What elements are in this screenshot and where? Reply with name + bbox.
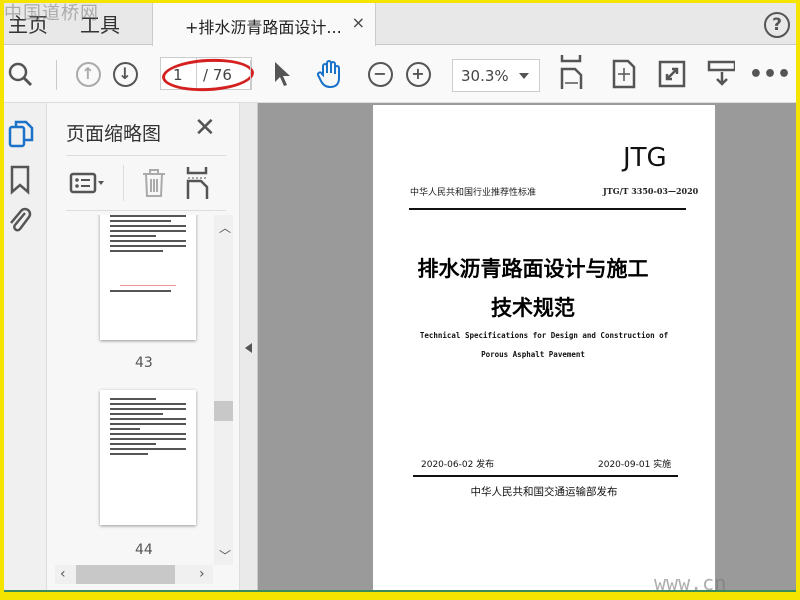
delete-page-icon[interactable]: [141, 168, 167, 202]
english-title-line2: Porous Asphalt Pavement: [481, 350, 585, 359]
page-thumbnail[interactable]: [100, 390, 196, 525]
standard-code: JTG/T 3350-03—2020: [603, 186, 699, 196]
more-options-icon[interactable]: •••: [749, 60, 791, 88]
fit-width-icon[interactable]: [558, 55, 586, 89]
previous-page-icon[interactable]: ↑: [74, 60, 102, 88]
thumbnail-figure: [120, 256, 176, 286]
divider: [66, 210, 226, 211]
zoom-out-icon[interactable]: −: [366, 60, 394, 88]
divider: [123, 165, 124, 201]
scroll-thumb[interactable]: [76, 565, 175, 584]
horizontal-scrollbar[interactable]: ‹ ›: [55, 565, 213, 584]
full-screen-icon[interactable]: [658, 60, 686, 88]
attachment-icon[interactable]: [7, 205, 33, 239]
collapse-panel-handle[interactable]: [240, 103, 258, 592]
jtg-logo: JTG: [623, 143, 667, 173]
effective-date: 2020-09-01 实施: [598, 460, 672, 470]
divider: [66, 155, 226, 156]
footer-rule: [413, 475, 678, 477]
zoom-select[interactable]: 30.3%: [452, 59, 540, 92]
english-title: Technical Specifications for Design and …: [419, 331, 669, 340]
zoom-value: 30.3%: [461, 67, 509, 85]
collapse-arrow-icon: [245, 343, 252, 353]
tab-document[interactable]: +排水沥青路面设计... ×: [152, 3, 376, 46]
tab-document-label: +排水沥青路面设计...: [185, 18, 342, 37]
vertical-scrollbar[interactable]: ︿ ﹀: [214, 215, 233, 565]
thumbnails-panel: 页面缩略图 ✕ 43 44 ︿ ﹀ ‹ ›: [47, 103, 240, 592]
close-panel-icon[interactable]: ✕: [194, 113, 216, 143]
insert-page-icon[interactable]: [185, 167, 211, 203]
fit-page-icon[interactable]: [610, 59, 638, 89]
divider: [250, 60, 251, 90]
scroll-right-icon[interactable]: ›: [199, 566, 205, 582]
watermark-bottom: www.cn: [654, 571, 727, 592]
search-icon[interactable]: [6, 60, 34, 88]
select-cursor-icon[interactable]: [268, 60, 296, 88]
toolbar: ↑ ↓ 1 / 76 − + 30.3% •••: [4, 46, 796, 103]
document-title-line2: 技术规范: [491, 296, 575, 320]
hand-tool-icon[interactable]: [316, 60, 344, 89]
document-view[interactable]: JTG 中华人民共和国行业推荐性标准 JTG/T 3350-03—2020 排水…: [258, 103, 796, 592]
close-tab-icon[interactable]: ×: [352, 13, 365, 32]
thumbnail-label: 43: [135, 355, 153, 371]
pdf-page: JTG 中华人民共和国行业推荐性标准 JTG/T 3350-03—2020 排水…: [373, 105, 715, 592]
scroll-left-icon[interactable]: ‹: [60, 566, 66, 582]
scroll-thumb[interactable]: [214, 401, 233, 421]
read-mode-icon[interactable]: [707, 60, 735, 88]
tab-bar: 主页 工具 +排水沥青路面设计... × ?: [4, 3, 796, 46]
thumbnail-list: 43 44: [55, 215, 225, 565]
zoom-in-icon[interactable]: +: [404, 60, 432, 88]
bookmark-icon[interactable]: [9, 165, 31, 199]
thumbnail-options-icon[interactable]: [69, 171, 105, 199]
panel-title: 页面缩略图: [66, 123, 162, 145]
publisher: 中华人民共和国交通运输部发布: [470, 486, 618, 498]
issue-date: 2020-06-02 发布: [421, 460, 495, 470]
scroll-down-icon[interactable]: ﹀: [219, 547, 231, 564]
help-icon[interactable]: ?: [764, 12, 790, 38]
header-rule: [409, 208, 686, 210]
standard-category: 中华人民共和国行业推荐性标准: [410, 188, 537, 198]
left-icon-rail: [4, 103, 47, 592]
watermark-top: 中国道桥网: [4, 3, 99, 24]
scroll-up-icon[interactable]: ︿: [219, 219, 231, 236]
thumbnail-label: 44: [135, 542, 153, 558]
page-thumbnails-icon[interactable]: [8, 119, 34, 153]
document-title: 排水沥青路面设计与施工: [417, 257, 649, 281]
divider: [56, 60, 57, 90]
chevron-down-icon: [519, 73, 529, 84]
next-page-icon[interactable]: ↓: [111, 60, 139, 88]
window-bottom-border: [4, 590, 796, 592]
pdf-reader-window: 主页 工具 +排水沥青路面设计... × ? ↑ ↓ 1 / 76 − + 30…: [4, 3, 796, 592]
page-thumbnail[interactable]: [100, 215, 196, 340]
